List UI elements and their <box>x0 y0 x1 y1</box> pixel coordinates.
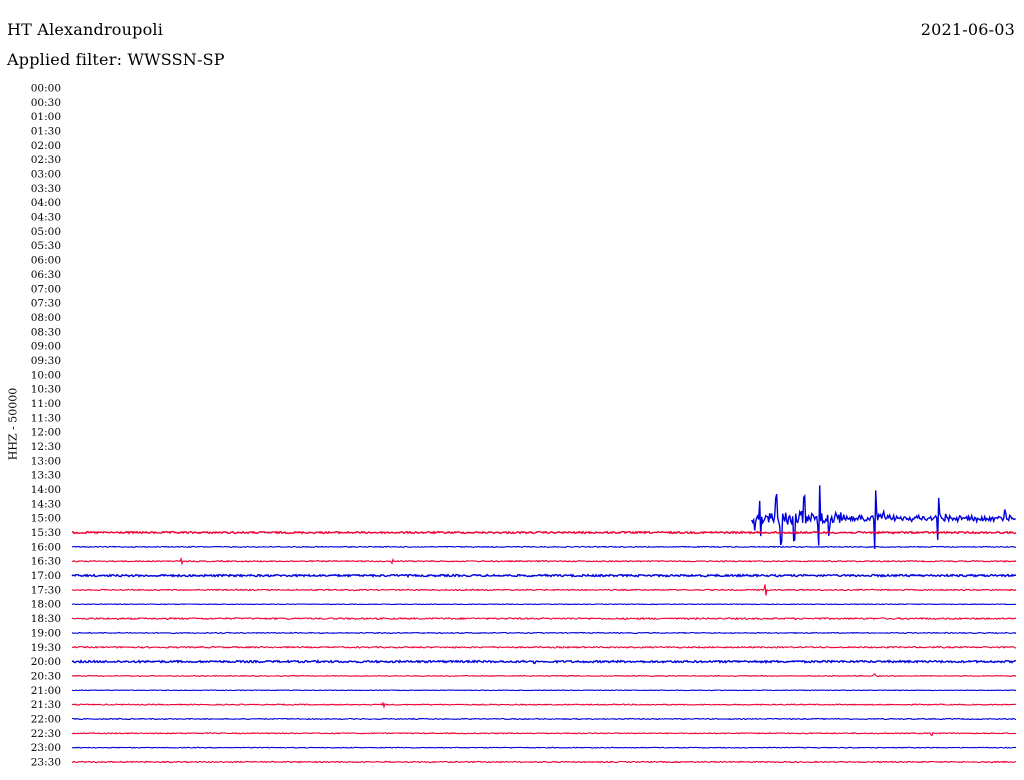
seismic-traces <box>71 485 1017 764</box>
time-label: 14:00 <box>31 484 61 496</box>
time-label: 09:00 <box>31 341 61 353</box>
time-label: 22:30 <box>31 728 61 740</box>
time-label: 11:00 <box>31 398 61 410</box>
trace-line <box>71 746 1017 749</box>
time-label: 10:00 <box>31 369 61 381</box>
time-label: 22:00 <box>31 713 61 725</box>
time-label: 02:30 <box>31 154 61 166</box>
time-label: 06:00 <box>31 255 61 267</box>
trace-line <box>71 673 1017 678</box>
time-label: 16:30 <box>31 556 61 568</box>
time-label: 01:00 <box>31 111 61 123</box>
time-label: 04:00 <box>31 197 61 209</box>
time-label: 20:00 <box>31 656 61 668</box>
time-label: 19:30 <box>31 642 61 654</box>
time-label: 10:30 <box>31 384 61 396</box>
trace-line <box>71 616 1017 621</box>
time-label: 08:00 <box>31 312 61 324</box>
trace-line <box>71 545 1017 549</box>
time-label: 20:30 <box>31 670 61 682</box>
trace-line <box>71 556 1017 566</box>
trace-line <box>71 603 1016 606</box>
time-label: 21:00 <box>31 685 61 697</box>
trace-line <box>71 631 1017 635</box>
time-label: 14:30 <box>31 498 61 510</box>
time-label: 07:00 <box>31 283 61 295</box>
time-label: 02:00 <box>31 140 61 152</box>
time-label: 01:30 <box>31 126 61 138</box>
time-label: 15:30 <box>31 527 61 539</box>
time-labels: 00:00 00:30 01:00 01:30 02:00 02:30 03:00 03:30… <box>31 83 61 769</box>
time-label: 04:30 <box>31 212 61 224</box>
time-label: 13:30 <box>31 470 61 482</box>
time-label: 23:00 <box>31 742 61 754</box>
time-label: 08:30 <box>31 326 61 338</box>
time-label: 16:00 <box>31 541 61 553</box>
trace-line <box>71 530 1017 535</box>
time-label: 12:00 <box>31 427 61 439</box>
helicorder-plot: 00:00 00:30 01:00 01:30 02:00 02:30 03:00 03:30… <box>31 83 1017 769</box>
trace-line <box>72 717 1017 721</box>
time-label: 11:30 <box>31 412 61 424</box>
time-label: 15:00 <box>31 513 61 525</box>
trace-line <box>751 485 1016 550</box>
time-label: 03:30 <box>31 183 61 195</box>
trace-line <box>71 701 1017 709</box>
time-label: 05:30 <box>31 240 61 252</box>
trace-line <box>71 584 1017 596</box>
trace-line <box>71 731 1016 737</box>
time-label: 23:30 <box>31 756 61 768</box>
trace-line <box>71 645 1017 649</box>
time-label: 17:00 <box>31 570 61 582</box>
time-label: 07:30 <box>31 298 61 310</box>
time-label: 06:30 <box>31 269 61 281</box>
time-label: 05:00 <box>31 226 61 238</box>
time-label: 12:30 <box>31 441 61 453</box>
trace-line <box>71 573 1016 578</box>
time-label: 21:30 <box>31 699 61 711</box>
trace-line <box>71 659 1017 665</box>
time-label: 18:30 <box>31 613 61 625</box>
time-label: 00:30 <box>31 97 61 109</box>
time-label: 19:00 <box>31 627 61 639</box>
trace-line <box>71 760 1017 764</box>
time-label: 18:00 <box>31 599 61 611</box>
time-label: 03:00 <box>31 169 61 181</box>
time-label: 13:00 <box>31 455 61 467</box>
time-label: 09:30 <box>31 355 61 367</box>
trace-line <box>71 689 1017 692</box>
time-label: 00:00 <box>31 83 61 95</box>
time-label: 17:30 <box>31 584 61 596</box>
